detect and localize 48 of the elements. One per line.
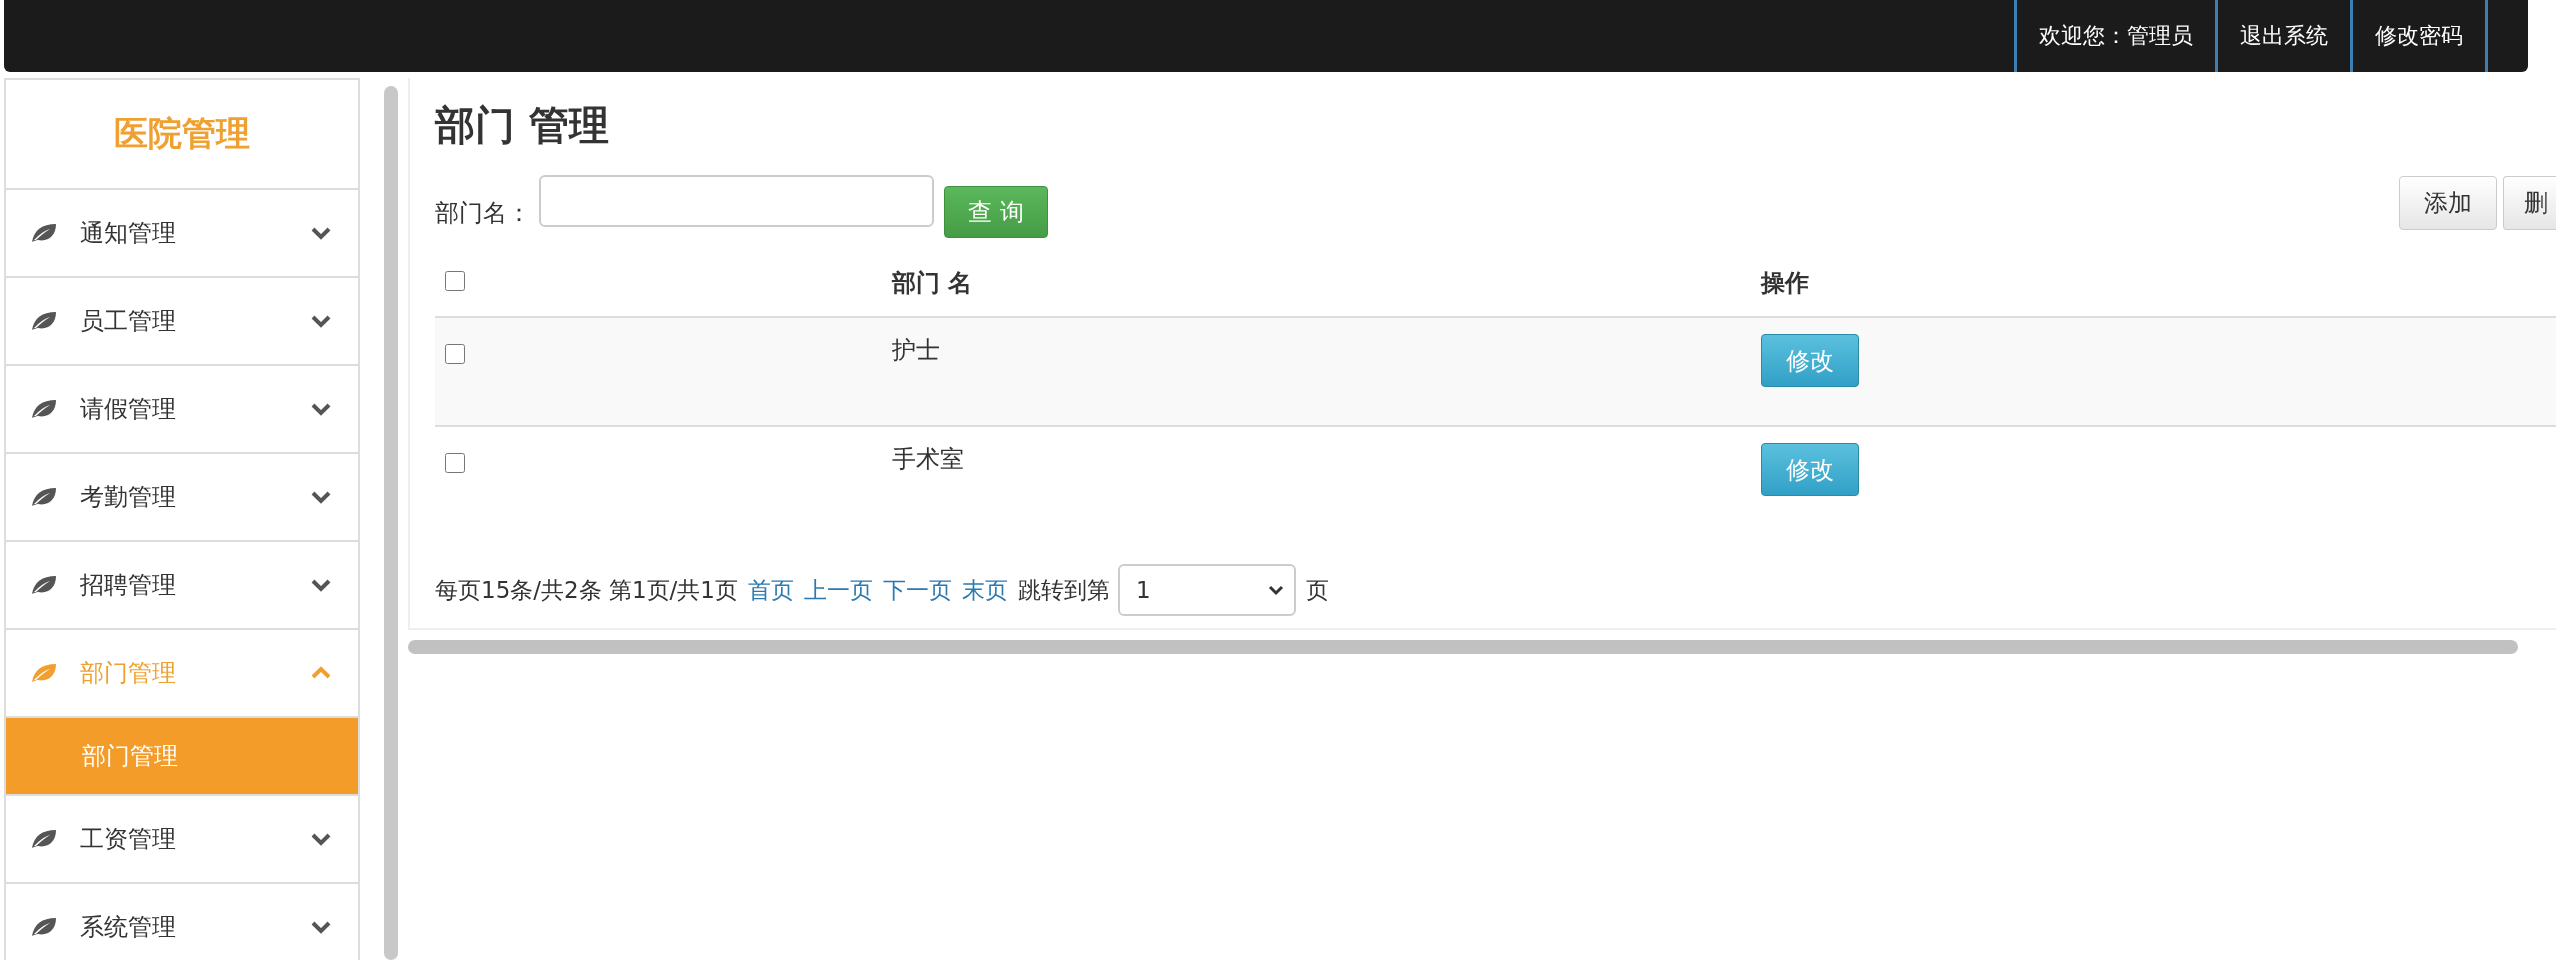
sidebar-item-label: 系统管理 [80,912,177,943]
sidebar-item[interactable]: 系统管理 [6,884,358,960]
sidebar-title: 医院管理 [6,80,358,190]
delete-button[interactable]: 删 [2503,176,2556,230]
leaf-icon [30,662,58,684]
add-button[interactable]: 添加 [2399,176,2497,230]
column-header: 操作 [1761,269,1809,297]
table-cell: 护士 [892,336,940,364]
top-nav-link[interactable]: 退出系统 [2218,0,2353,72]
top-nav-link[interactable]: 修改密码 [2353,0,2488,72]
search-field[interactable] [539,175,934,227]
leaf-icon [30,222,58,244]
leaf-icon [30,916,58,938]
leaf-icon [30,398,58,420]
page-select[interactable]: 1 [1118,564,1296,616]
sidebar-item[interactable]: 工资管理 [6,796,358,884]
column-header: 部门 名 [892,269,973,297]
sidebar-item-label: 员工管理 [80,306,177,337]
checkbox[interactable] [445,344,465,364]
page-title: 部门 管理 [435,101,610,150]
leaf-icon [30,828,58,850]
sidebar-item-label: 招聘管理 [80,570,177,601]
sidebar-item[interactable]: 通知管理 [6,190,358,278]
leaf-icon [30,574,58,596]
pagination-label: 跳转到第 [1018,575,1110,605]
sidebar-item[interactable]: 招聘管理 [6,542,358,630]
chevron-down-icon [1268,584,1284,596]
pagination-link[interactable]: 下一页 [883,574,952,606]
pagination-summary: 每页15条/共2条 第1页/共1页 [435,575,738,605]
table-cell: 手术室 [892,445,964,473]
field-label: 部门名： [435,198,531,229]
sidebar-item-label: 请假管理 [80,394,177,425]
checkbox[interactable] [445,271,465,291]
pagination-link[interactable]: 末页 [962,574,1008,606]
checkbox[interactable] [445,453,465,473]
pagination-link[interactable]: 上一页 [804,574,873,606]
pagination-link[interactable]: 首页 [748,574,794,606]
sidebar-item[interactable]: 考勤管理 [6,454,358,542]
leaf-icon [30,486,58,508]
sidebar-item-label: 工资管理 [80,824,177,855]
pagination-label: 页 [1306,575,1329,605]
sidebar-item-label: 考勤管理 [80,482,177,513]
sidebar-item-label: 通知管理 [80,218,177,249]
sidebar-item[interactable]: 请假管理 [6,366,358,454]
sidebar-item-label: 部门管理 [80,658,177,689]
leaf-icon [30,310,58,332]
top-nav-link[interactable]: 欢迎您：管理员 [2017,0,2218,72]
sidebar-item[interactable]: 员工管理 [6,278,358,366]
